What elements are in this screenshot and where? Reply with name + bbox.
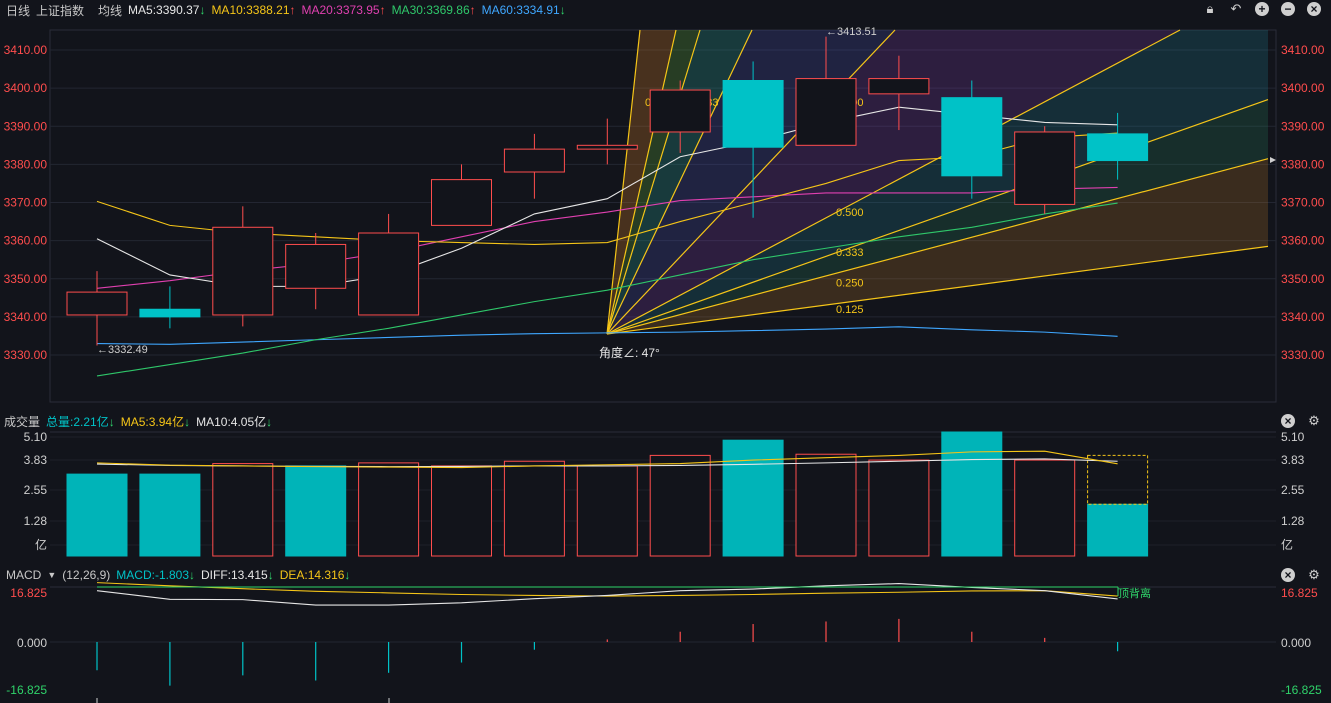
y-tick-label-left: 3350.00 — [4, 272, 48, 286]
y-tick-label-right: 3350.00 — [1281, 272, 1325, 286]
low-annotation: ←3332.49 — [97, 344, 148, 356]
candle-body — [139, 308, 201, 318]
volume-tick-left: 5.10 — [24, 430, 48, 444]
volume-bar — [358, 462, 420, 557]
volume-bar — [285, 465, 347, 557]
high-annotation: ←3413.51 — [826, 26, 877, 38]
volume-bar — [503, 460, 565, 557]
macd-tick-left: 16.825 — [10, 586, 47, 600]
y-tick-label-left: 3380.00 — [4, 157, 48, 171]
candle-body — [285, 243, 347, 289]
macd-tick-right: -16.825 — [1281, 683, 1322, 697]
volume-bar — [868, 459, 930, 557]
y-tick-label-right: 3360.00 — [1281, 234, 1325, 248]
volume-tick-right: 亿 — [1281, 537, 1293, 552]
volume-bar — [941, 431, 1003, 557]
y-tick-label-left: 3360.00 — [4, 234, 48, 248]
divergence-label: 顶背离 — [1118, 586, 1151, 600]
macd-tick-right: 16.825 — [1281, 586, 1318, 600]
volume-tick-left: 亿 — [35, 537, 47, 552]
volume-forecast-box — [1087, 454, 1149, 505]
volume-tick-left: 2.55 — [24, 483, 48, 497]
y-tick-label-left: 3330.00 — [4, 348, 48, 362]
volume-tick-right: 3.83 — [1281, 453, 1305, 467]
volume-bar — [66, 473, 128, 557]
volume-tick-right: 5.10 — [1281, 430, 1305, 444]
y-tick-label-right: 3330.00 — [1281, 348, 1325, 362]
stock-chart[interactable]: 3410.00 3410.00 3400.00 3400.00 3390.00 3390.… — [0, 0, 1331, 703]
volume-bar — [795, 453, 857, 557]
candle-body — [212, 226, 274, 316]
volume-tick-right: 2.55 — [1281, 483, 1305, 497]
macd-tick-right: 0.000 — [1281, 636, 1311, 650]
candle-body — [1087, 133, 1149, 162]
y-tick-label-right: 3340.00 — [1281, 310, 1325, 324]
volume-bar — [649, 454, 711, 557]
candle-body — [1014, 131, 1076, 205]
candle-body — [722, 80, 784, 148]
volume-bar — [1014, 459, 1076, 557]
volume-tick-right: 1.28 — [1281, 514, 1305, 528]
volume-bar — [431, 465, 492, 557]
fan-label-right: 0.250 — [836, 277, 864, 289]
candle-body — [868, 78, 930, 95]
volume-bar — [139, 473, 201, 557]
volume-tick-left: 3.83 — [24, 453, 48, 467]
macd-tick-left: -16.825 — [6, 683, 47, 697]
fan-label-right: 0.333 — [836, 247, 864, 259]
y-tick-label-right: 3390.00 — [1281, 119, 1325, 133]
volume-tick-left: 1.28 — [24, 514, 48, 528]
y-tick-label-left: 3400.00 — [4, 81, 48, 95]
candle-body — [649, 89, 711, 133]
y-tick-label-left: 3340.00 — [4, 310, 48, 324]
volume-bar — [212, 463, 274, 557]
y-tick-label-left: 3410.00 — [4, 43, 48, 57]
dea-line — [96, 582, 1118, 597]
y-tick-label-right: 3380.00 — [1281, 157, 1325, 171]
candle-body — [503, 148, 565, 173]
volume-bar — [576, 465, 638, 557]
candle-body — [358, 232, 420, 316]
y-tick-label-right: 3410.00 — [1281, 43, 1325, 57]
volume-bar — [1087, 503, 1149, 557]
y-tick-label-right: 3370.00 — [1281, 196, 1325, 210]
fan-label-right: 0.125 — [836, 304, 864, 316]
candle-body — [431, 179, 492, 226]
fan-label-right: 0.500 — [836, 207, 864, 219]
candle-body — [576, 144, 638, 150]
volume-bar — [722, 439, 784, 557]
price-marker — [1270, 157, 1276, 163]
y-tick-label-right: 3400.00 — [1281, 81, 1325, 95]
angle-annotation: 角度∠: 47° — [599, 345, 660, 360]
macd-tick-left: 0.000 — [17, 636, 47, 650]
candle-body — [795, 78, 857, 146]
candle-body — [66, 291, 128, 316]
candle-body — [941, 97, 1003, 177]
y-tick-label-left: 3370.00 — [4, 196, 48, 210]
y-tick-label-left: 3390.00 — [4, 119, 48, 133]
